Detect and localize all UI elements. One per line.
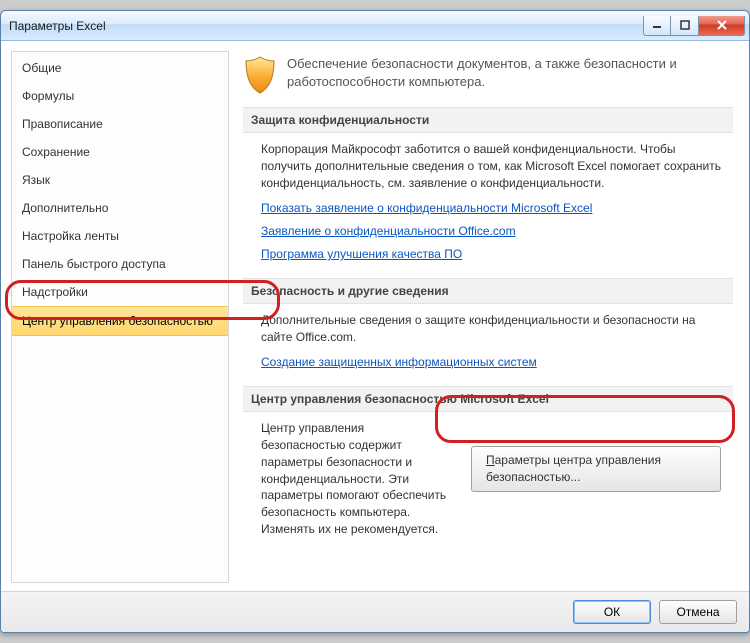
sidebar-item-advanced[interactable]: Дополнительно — [12, 194, 228, 222]
sidebar-item-ribbon[interactable]: Настройка ленты — [12, 222, 228, 250]
cancel-button[interactable]: Отмена — [659, 600, 737, 624]
link-ceip[interactable]: Программа улучшения качества ПО — [261, 246, 462, 263]
sidebar-item-proofing[interactable]: Правописание — [12, 110, 228, 138]
sidebar-item-formulas[interactable]: Формулы — [12, 82, 228, 110]
section-title-trust-center: Центр управления безопасностью Microsoft… — [243, 386, 733, 412]
close-button[interactable] — [699, 16, 745, 36]
sidebar-item-addins[interactable]: Надстройки — [12, 278, 228, 306]
sidebar: Общие Формулы Правописание Сохранение Яз… — [11, 51, 229, 583]
sidebar-item-language[interactable]: Язык — [12, 166, 228, 194]
sidebar-item-label: Дополнительно — [22, 201, 108, 215]
trust-center-settings-button[interactable]: Параметры центра управления безопасность… — [471, 446, 721, 492]
sidebar-item-general[interactable]: Общие — [12, 54, 228, 82]
sidebar-item-label: Надстройки — [22, 285, 88, 299]
header-text: Обеспечение безопасности документов, а т… — [287, 55, 733, 90]
main-panel: Обеспечение безопасности документов, а т… — [229, 51, 739, 583]
sidebar-item-label: Общие — [22, 61, 61, 75]
sidebar-item-label: Правописание — [22, 117, 103, 131]
excel-options-window: Параметры Excel Общие Формулы Правописан… — [0, 10, 750, 633]
dialog-footer: ОК Отмена — [1, 591, 749, 632]
section-title-security: Безопасность и другие сведения — [243, 278, 733, 304]
sidebar-item-label: Панель быстрого доступа — [22, 257, 166, 271]
maximize-button[interactable] — [671, 16, 699, 36]
titlebar: Параметры Excel — [1, 11, 749, 41]
sidebar-item-label: Настройка ленты — [22, 229, 119, 243]
sidebar-item-label: Формулы — [22, 89, 74, 103]
link-trustworthy-computing[interactable]: Создание защищенных информационных систе… — [261, 354, 537, 371]
minimize-button[interactable] — [643, 16, 671, 36]
section-body-security: Дополнительные сведения о защите конфиде… — [243, 312, 733, 382]
sidebar-item-label: Центр управления безопасностью — [22, 314, 213, 328]
section-body-trust-center: Центр управления безопасностью содержит … — [243, 420, 733, 546]
section-title-privacy: Защита конфиденциальности — [243, 107, 733, 133]
ok-button[interactable]: ОК — [573, 600, 651, 624]
privacy-text: Корпорация Майкрософт заботится о вашей … — [261, 141, 721, 191]
link-privacy-statement-excel[interactable]: Показать заявление о конфиденциальности … — [261, 200, 592, 217]
sidebar-item-save[interactable]: Сохранение — [12, 138, 228, 166]
dialog-body: Общие Формулы Правописание Сохранение Яз… — [1, 41, 749, 591]
sidebar-item-trust-center[interactable]: Центр управления безопасностью — [12, 306, 228, 336]
sidebar-item-quick-access[interactable]: Панель быстрого доступа — [12, 250, 228, 278]
window-title: Параметры Excel — [9, 19, 106, 33]
sidebar-item-label: Язык — [22, 173, 50, 187]
sidebar-item-label: Сохранение — [22, 145, 90, 159]
link-privacy-statement-office[interactable]: Заявление о конфиденциальности Office.co… — [261, 223, 516, 240]
window-controls — [643, 16, 745, 36]
shield-icon — [243, 55, 277, 95]
security-text: Дополнительные сведения о защите конфиде… — [261, 312, 721, 346]
header-row: Обеспечение безопасности документов, а т… — [243, 55, 733, 95]
section-body-privacy: Корпорация Майкрософт заботится о вашей … — [243, 141, 733, 274]
trust-center-description: Центр управления безопасностью содержит … — [261, 420, 451, 538]
